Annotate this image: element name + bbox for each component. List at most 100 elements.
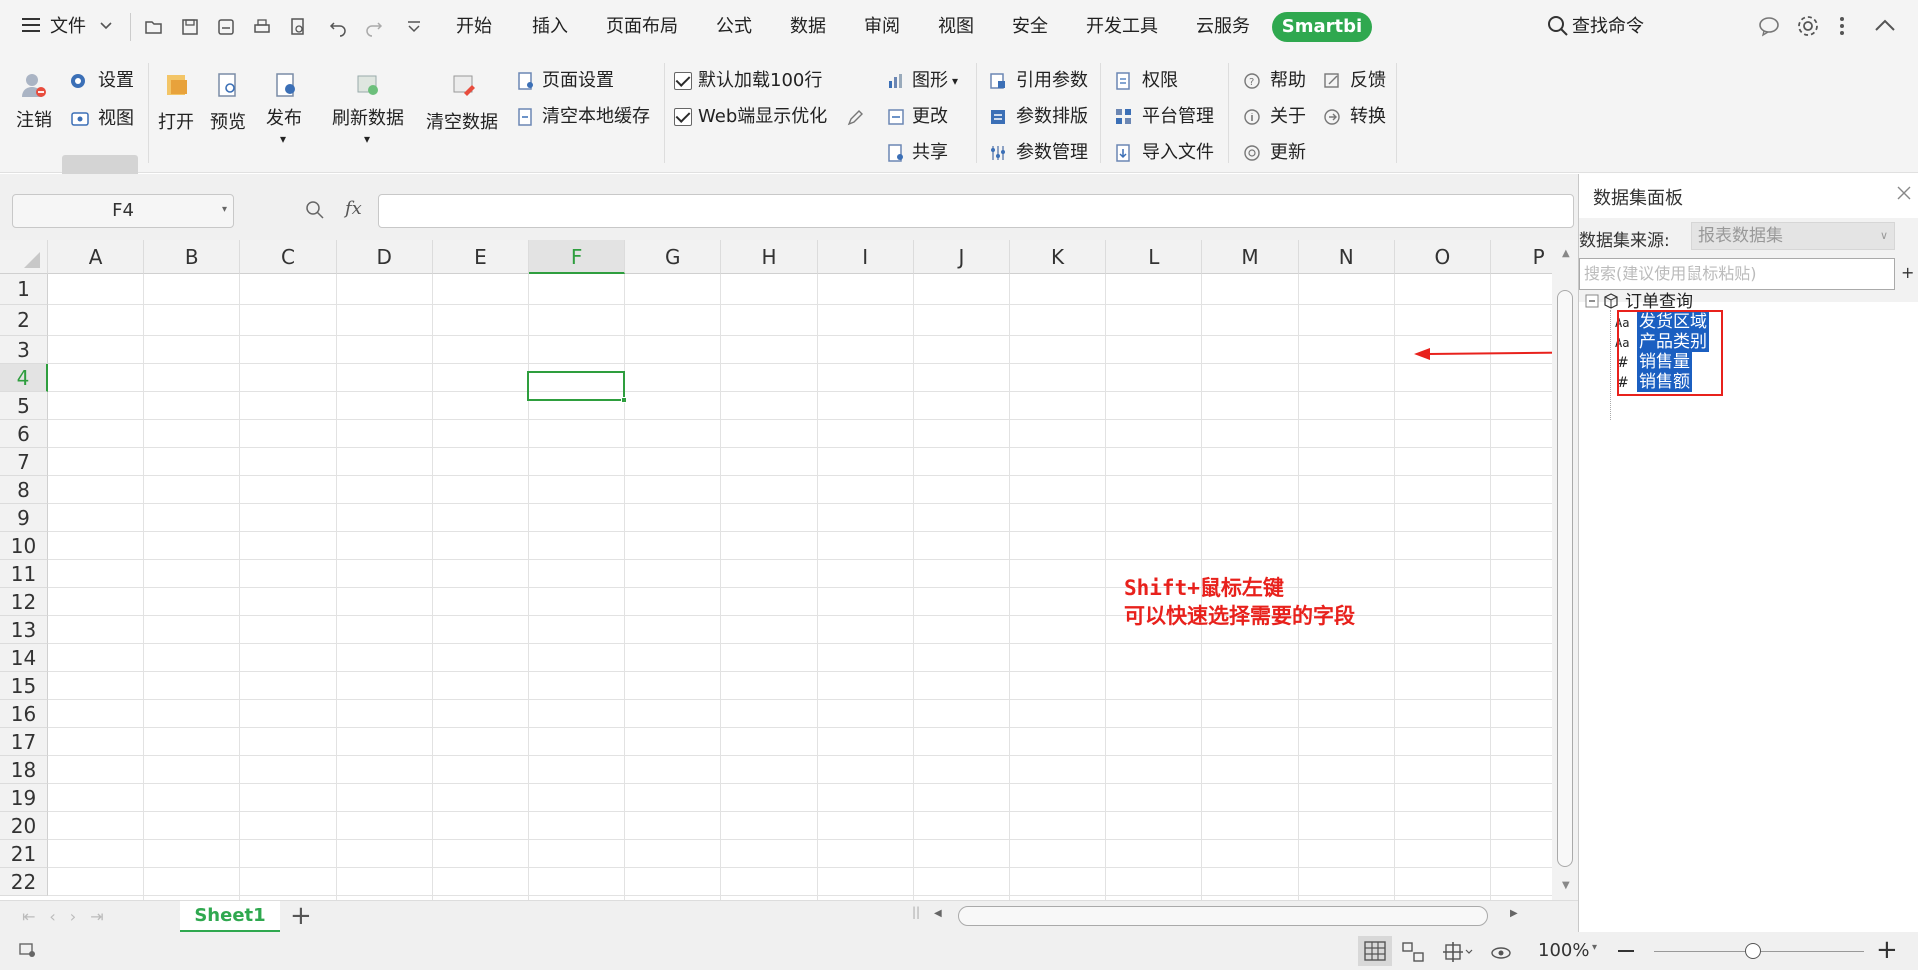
platform-button[interactable]: 平台管理 <box>1142 105 1214 129</box>
row-header-15[interactable]: 15 <box>0 672 48 700</box>
share-button[interactable]: 共享 <box>912 141 948 165</box>
scroll-right-icon[interactable]: ▶ <box>1510 908 1518 919</box>
row-header-1[interactable]: 1 <box>0 274 48 305</box>
zoom-slider-thumb[interactable] <box>1745 943 1761 959</box>
row-header-22[interactable]: 22 <box>0 868 48 896</box>
row-header-18[interactable]: 18 <box>0 756 48 784</box>
column-header-l[interactable]: L <box>1106 240 1203 274</box>
row-header-20[interactable]: 20 <box>0 812 48 840</box>
cell-name-box[interactable]: F4 <box>12 194 234 228</box>
column-header-n[interactable]: N <box>1298 240 1395 274</box>
pencil-icon[interactable] <box>846 109 866 129</box>
tree-collapse-icon[interactable] <box>1585 294 1599 308</box>
print-icon[interactable] <box>252 17 272 37</box>
open-file-icon[interactable] <box>163 71 191 99</box>
macro-record-icon[interactable] <box>18 942 38 960</box>
tab-review[interactable]: 审阅 <box>864 13 900 41</box>
hamburger-icon[interactable] <box>20 14 42 36</box>
active-cell[interactable] <box>527 371 625 401</box>
fill-handle[interactable] <box>621 397 627 403</box>
about-button[interactable]: 关于 <box>1270 105 1306 129</box>
preview-button[interactable]: 预览 <box>210 111 246 135</box>
clear-cache-button[interactable]: 清空本地缓存 <box>542 105 650 129</box>
column-header-g[interactable]: G <box>625 240 722 274</box>
hscroll-splitter[interactable]: || <box>912 905 922 919</box>
settings-button[interactable]: 设置 <box>98 69 134 93</box>
row-header-6[interactable]: 6 <box>0 420 48 448</box>
update-button[interactable]: 更新 <box>1270 141 1306 165</box>
user-logout-icon[interactable] <box>20 71 48 99</box>
tab-data[interactable]: 数据 <box>790 13 826 41</box>
row-header-9[interactable]: 9 <box>0 504 48 532</box>
customize-dropdown-icon[interactable] <box>404 17 424 37</box>
row-header-17[interactable]: 17 <box>0 728 48 756</box>
search-icon[interactable] <box>1546 14 1570 38</box>
vertical-scrollbar[interactable]: ▲ ▼ <box>1552 240 1578 900</box>
row-header-3[interactable]: 3 <box>0 336 48 364</box>
horizontal-scroll-thumb[interactable] <box>958 906 1488 926</box>
permission-button[interactable]: 权限 <box>1142 69 1178 93</box>
column-header-e[interactable]: E <box>432 240 529 274</box>
chart-dropdown-icon[interactable]: ▾ <box>952 69 958 93</box>
tab-insert[interactable]: 插入 <box>532 13 568 41</box>
column-header-h[interactable]: H <box>721 240 818 274</box>
column-header-i[interactable]: I <box>817 240 914 274</box>
collapse-ribbon-icon[interactable] <box>1874 17 1896 33</box>
redo-icon[interactable] <box>364 17 384 37</box>
preview-icon[interactable] <box>214 71 242 99</box>
reading-layout-icon[interactable] <box>1440 940 1474 964</box>
formula-input[interactable] <box>378 194 1574 228</box>
spreadsheet-grid[interactable]: ABCDEFGHIJKLMNOP 1 2 3 4 5 6 7 8 9 10 11 12 13 14 15 16… <box>0 240 1552 900</box>
view-button[interactable]: 视图 <box>98 107 134 131</box>
row-header-8[interactable]: 8 <box>0 476 48 504</box>
eye-protect-icon[interactable] <box>1490 941 1512 963</box>
publish-dropdown-icon[interactable]: ▾ <box>280 127 286 151</box>
tree-root-order-query[interactable]: 订单查询 <box>1625 292 1693 312</box>
undo-icon[interactable] <box>328 17 348 37</box>
source-select[interactable]: 报表数据集 ∨ <box>1691 222 1895 250</box>
feedback-button[interactable]: 反馈 <box>1350 69 1386 93</box>
row-header-11[interactable]: 11 <box>0 560 48 588</box>
chart-button[interactable]: 图形 <box>912 69 948 93</box>
param-layout-button[interactable]: 参数排版 <box>1016 105 1088 129</box>
zoom-out-button[interactable] <box>1618 950 1634 952</box>
row-header-7[interactable]: 7 <box>0 448 48 476</box>
search-input[interactable]: 搜索(建议使用鼠标粘贴) <box>1579 258 1895 290</box>
tab-security[interactable]: 安全 <box>1012 13 1048 41</box>
normal-view-button[interactable] <box>1358 936 1392 966</box>
column-header-a[interactable]: A <box>48 240 145 274</box>
chevron-down-icon[interactable] <box>98 17 114 33</box>
load100-checkbox[interactable] <box>674 72 692 90</box>
zoom-dropdown-icon[interactable]: ▾ <box>1592 942 1597 953</box>
column-header-j[interactable]: J <box>913 240 1010 274</box>
add-sheet-button[interactable]: + <box>290 901 312 931</box>
row-header-14[interactable]: 14 <box>0 644 48 672</box>
column-header-p[interactable]: P <box>1491 240 1552 274</box>
sheet-tab-sheet1[interactable]: Sheet1 <box>180 901 280 932</box>
save-icon[interactable] <box>180 17 200 37</box>
row-header-13[interactable]: 13 <box>0 616 48 644</box>
export-pdf-icon[interactable] <box>216 17 236 37</box>
ref-param-button[interactable]: 引用参数 <box>1016 69 1088 93</box>
chat-icon[interactable] <box>1758 15 1780 37</box>
column-header-d[interactable]: D <box>336 240 433 274</box>
row-header-16[interactable]: 16 <box>0 700 48 728</box>
tab-start[interactable]: 开始 <box>456 13 492 41</box>
scroll-down-icon[interactable]: ▼ <box>1562 880 1570 891</box>
open-folder-icon[interactable] <box>144 17 164 37</box>
print-preview-icon[interactable] <box>288 17 308 37</box>
row-header-4[interactable]: 4 <box>0 364 48 392</box>
select-all-corner[interactable] <box>0 240 48 274</box>
zoom-level[interactable]: 100% <box>1538 940 1589 961</box>
sheet-nav-arrows[interactable]: ⇤‹›⇥ <box>22 907 118 926</box>
column-header-o[interactable]: O <box>1394 240 1491 274</box>
help-button[interactable]: 帮助 <box>1270 69 1306 93</box>
scroll-up-icon[interactable]: ▲ <box>1562 248 1570 259</box>
refresh-data-icon[interactable] <box>354 71 382 99</box>
tab-dev-tools[interactable]: 开发工具 <box>1086 13 1158 41</box>
clear-data-button[interactable]: 清空数据 <box>426 111 498 135</box>
close-icon[interactable] <box>1895 184 1913 202</box>
logout-button[interactable]: 注销 <box>16 109 52 133</box>
column-header-f[interactable]: F <box>529 240 626 274</box>
convert-button[interactable]: 转换 <box>1350 105 1386 129</box>
